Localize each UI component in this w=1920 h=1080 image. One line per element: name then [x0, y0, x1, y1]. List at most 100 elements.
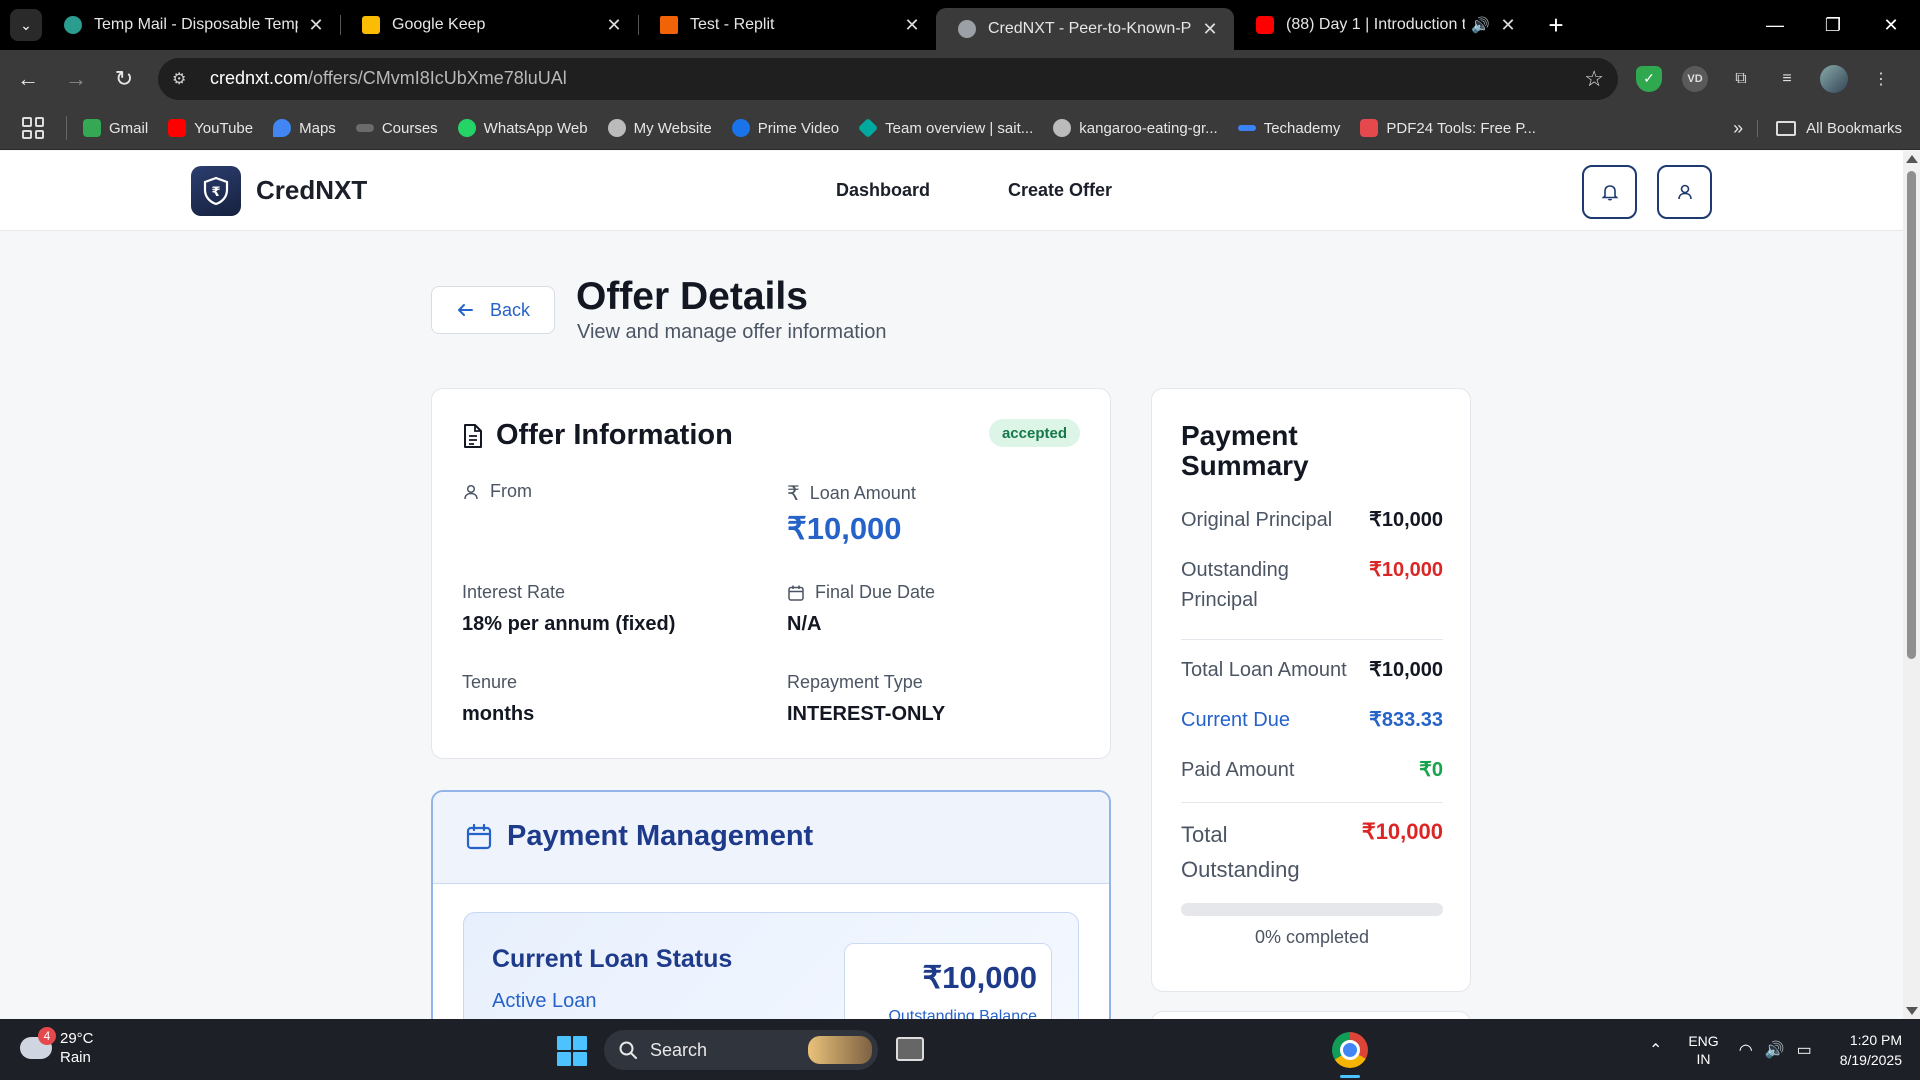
weather-badge: 4 [38, 1027, 56, 1045]
forward-arrow-icon[interactable]: → [56, 59, 96, 99]
folder-icon [1776, 120, 1797, 136]
browser-toolbar: ← → ↻ ⚙ crednxt.com/offers/CMvmI8IcUbXme… [0, 50, 1920, 107]
back-button[interactable]: Back [431, 286, 555, 334]
scrollbar-thumb[interactable] [1907, 171, 1916, 659]
user-icon [464, 484, 478, 499]
chrome-taskbar-icon[interactable] [1332, 1032, 1368, 1068]
search-highlight-image [808, 1036, 872, 1064]
browser-tab[interactable]: (88) Day 1 | Introduction to 🔊 ✕ [1234, 0, 1532, 50]
summary-label: Total Loan Amount [1181, 659, 1347, 681]
all-bookmarks-button[interactable]: All Bookmarks [1757, 119, 1902, 137]
shield-extension-icon[interactable]: ✓ [1636, 65, 1662, 92]
logo[interactable]: ₹ [191, 166, 241, 216]
summary-label: Outstanding Principal [1181, 559, 1289, 611]
youtube-favicon-icon [1256, 16, 1274, 34]
language-code: ENG [1688, 1032, 1719, 1049]
bookmark-separator [66, 116, 67, 140]
scroll-up-icon[interactable] [1906, 155, 1918, 163]
clock[interactable]: 1:20 PM 8/19/2025 [1840, 1030, 1902, 1070]
bookmark-item[interactable]: Team overview | sait... [857, 117, 1033, 139]
summary-label: Total Outstanding [1181, 822, 1300, 882]
browser-tab[interactable]: Test - Replit ✕ [638, 0, 936, 50]
browser-tab[interactable]: Temp Mail - Disposable Tempor ✕ [42, 0, 340, 50]
more-menu-icon[interactable]: ⋮ [1868, 66, 1894, 92]
reload-icon[interactable]: ↻ [104, 59, 144, 99]
svg-text:₹: ₹ [211, 185, 220, 200]
language-indicator[interactable]: ENG IN [1688, 1032, 1718, 1068]
bookmark-item[interactable]: Gmail [83, 119, 148, 137]
system-icons[interactable]: ◠ 🔊 ▭ [1739, 1040, 1812, 1060]
taskbar-search[interactable]: Search [604, 1030, 878, 1070]
bookmark-item[interactable]: Maps [273, 119, 336, 137]
tab-title: Test - Replit [690, 16, 775, 33]
more-bookmarks-chevron-icon[interactable]: » [1733, 118, 1743, 139]
bookmark-item[interactable]: Courses [355, 119, 438, 137]
apps-grid-icon[interactable] [22, 117, 44, 139]
battery-icon: ▭ [1796, 1041, 1812, 1059]
browser-tab[interactable]: Google Keep ✕ [340, 0, 638, 50]
restore-icon[interactable]: ❐ [1804, 0, 1862, 50]
bookmark-item[interactable]: Techademy [1237, 120, 1340, 137]
weather-widget[interactable]: 4 29°C Rain [20, 1027, 94, 1067]
tab-close-icon[interactable]: ✕ [1200, 19, 1220, 40]
weather-temperature: 29°C [60, 1030, 94, 1047]
scroll-down-icon[interactable] [1906, 1007, 1918, 1015]
region-code: IN [1696, 1050, 1711, 1067]
bookmark-item[interactable]: PDF24 Tools: Free P... [1360, 119, 1536, 137]
calendar-icon [788, 585, 804, 601]
next-card [1151, 1011, 1471, 1019]
back-label: Back [489, 299, 531, 320]
profile-button[interactable] [1657, 165, 1712, 219]
brand-name[interactable]: CredNXT [256, 175, 367, 206]
page-scrollbar[interactable] [1903, 151, 1920, 1019]
bookmark-item[interactable]: My Website [607, 119, 712, 137]
final-due-label-text: Final Due Date [815, 582, 936, 602]
page-title: Offer Details [576, 275, 808, 318]
bookmark-item[interactable]: WhatsApp Web [457, 119, 588, 137]
notifications-button[interactable] [1582, 165, 1637, 219]
bookmark-item[interactable]: Prime Video [731, 119, 840, 137]
tab-search-button[interactable]: ⌄ [10, 9, 42, 41]
bookmark-label: Prime Video [757, 119, 840, 137]
bookmark-star-icon[interactable]: ☆ [1584, 66, 1604, 92]
task-view-icon[interactable] [896, 1037, 924, 1061]
globe-favicon-icon [958, 20, 976, 38]
bookmark-label: Courses [381, 119, 438, 137]
url-host: crednxt.com [210, 68, 309, 88]
active-app-indicator [1340, 1075, 1360, 1078]
vd-extension-icon[interactable]: VD [1682, 65, 1708, 92]
loan-status-title: Current Loan Status [492, 945, 733, 973]
close-window-icon[interactable]: ✕ [1862, 0, 1920, 50]
final-due-label: Final Due Date [787, 582, 935, 603]
tab-close-icon[interactable]: ✕ [306, 15, 326, 36]
back-arrow-icon[interactable]: ← [8, 59, 48, 99]
puzzle-extensions-icon[interactable]: ⧉ [1728, 66, 1754, 92]
from-label: From [462, 481, 532, 502]
browser-tab-active[interactable]: CredNXT - Peer-to-Known-Pers ✕ [936, 8, 1234, 50]
site-settings-icon[interactable]: ⚙ [172, 69, 198, 89]
tab-close-icon[interactable]: ✕ [902, 15, 922, 36]
minimize-icon[interactable]: — [1746, 0, 1804, 50]
address-bar[interactable]: ⚙ crednxt.com/offers/CMvmI8IcUbXme78luUA… [158, 57, 1618, 100]
chevron-up-icon[interactable]: ⌃ [1649, 1040, 1662, 1060]
nav-dashboard[interactable]: Dashboard [836, 180, 930, 201]
shield-rupee-icon: ₹ [203, 176, 229, 206]
tab-close-icon[interactable]: ✕ [604, 15, 624, 36]
bookmark-item[interactable]: YouTube [168, 119, 253, 137]
new-tab-button[interactable]: + [1540, 9, 1572, 41]
profile-avatar[interactable] [1820, 64, 1848, 93]
bookmark-item[interactable]: kangaroo-eating-gr... [1053, 119, 1218, 137]
clock-date: 8/19/2025 [1839, 1051, 1902, 1068]
extensions-area: ✓ VD ⧉ ≡ ⋮ [1636, 64, 1894, 93]
speaker-icon[interactable]: 🔊 [1471, 16, 1490, 34]
media-control-icon[interactable]: ≡ [1774, 66, 1800, 92]
from-label-text: From [490, 481, 532, 501]
tab-title: Temp Mail - Disposable Tempor [94, 16, 298, 33]
page-subtitle: View and manage offer information [577, 321, 887, 343]
tab-close-icon[interactable]: ✕ [1498, 15, 1518, 36]
windows-start-icon[interactable] [557, 1036, 587, 1066]
nav-create-offer[interactable]: Create Offer [1008, 180, 1112, 201]
prime-video-icon [731, 119, 750, 137]
techademy-icon [1237, 125, 1256, 131]
payment-management-header: Payment Management [433, 792, 1109, 884]
